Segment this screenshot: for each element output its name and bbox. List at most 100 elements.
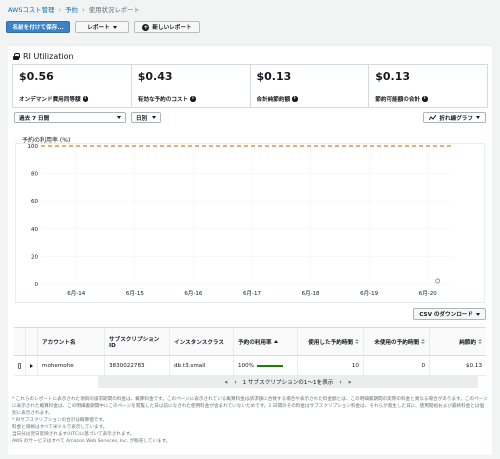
x-tick-label: 6月-18	[302, 290, 320, 297]
breadcrumb-section-link[interactable]: 予約	[65, 5, 78, 14]
metric-label: 有効な予約のコスト i	[138, 95, 196, 103]
new-report-button[interactable]: + 新しいレポート	[134, 21, 200, 33]
cell-instance: db.t3.small	[170, 356, 234, 375]
breadcrumb: AWSコスト管理 › 予約 › 使用状況レポート	[8, 5, 140, 15]
cell-unused-hours: 0	[364, 356, 430, 375]
table-header: アカウント名 サブスクリプション ID インスタンスクラス 予約の利用率 使用し…	[14, 328, 486, 356]
metric-label: オンデマンド費用同等額 i	[19, 95, 89, 103]
metric-value: $0.13	[375, 70, 411, 83]
y-tick-label: 100	[28, 144, 39, 150]
header-utilization-label: 予約の利用率	[238, 339, 272, 346]
x-tick-label: 6月-14	[67, 290, 85, 297]
first-page-button[interactable]: «	[225, 379, 229, 386]
prev-page-button[interactable]: ‹	[234, 379, 236, 386]
graph-type-value: 折れ線グラフ	[439, 115, 473, 122]
csv-download-label: CSV のダウンロード	[419, 312, 473, 318]
metric-label-text: 節約可能額の合計	[375, 97, 421, 103]
header-unused-label: 未使用の予約時間	[374, 339, 419, 346]
info-icon[interactable]: i	[292, 96, 298, 102]
footnote: 料金と価格はすべて米ドルで表示しています。	[12, 425, 108, 430]
report-dropdown-label: レポート	[87, 25, 110, 31]
metric-potential-savings: $0.13 節約可能額の合計 i	[369, 65, 487, 107]
caret-down-icon	[152, 116, 156, 119]
metric-effective-cost: $0.43 有効な予約のコスト i	[132, 65, 251, 107]
info-icon[interactable]: i	[190, 96, 196, 102]
section-title: RI Utilization	[23, 52, 74, 61]
header-utilization[interactable]: 予約の利用率	[234, 328, 298, 355]
pagination: « ‹ 1 サブスクリプションの1〜1を表示 › »	[98, 376, 478, 388]
y-tick-label: 60	[31, 199, 38, 205]
cell-net-savings: $0.13	[465, 362, 482, 369]
header-net-savings[interactable]: 純節約	[430, 328, 486, 355]
metric-value: $0.56	[19, 70, 54, 83]
info-icon[interactable]: i	[422, 96, 428, 102]
metrics-summary: $0.56 オンデマンド費用同等額 i $0.43 有効な予約のコスト i $0.1…	[12, 64, 488, 108]
x-tick-label: 6月-17	[243, 290, 261, 297]
filters: 過去 7 日間 日別	[14, 112, 161, 123]
granularity-select[interactable]: 日別	[131, 112, 161, 123]
info-icon[interactable]: i	[82, 96, 89, 102]
csv-download-button[interactable]: CSV のダウンロード	[413, 308, 486, 320]
granularity-value: 日別	[136, 115, 148, 122]
utilization-chart-svg: 100 80 60 40 20 0 6月-14 6月-15 6月-16 6月-17 6月-18 6月-…	[28, 144, 451, 297]
cell-subscription: 3830022783	[105, 356, 170, 375]
header-used-label: 使用した予約時間	[308, 339, 353, 346]
x-tick-label: 6月-15	[126, 290, 144, 297]
cell-utilization: 100%	[234, 356, 298, 375]
metric-ondemand-equivalent: $0.56 オンデマンド費用同等額 i	[13, 65, 132, 107]
chevron-right-icon: ›	[58, 5, 62, 14]
save-as-button[interactable]: 名前を付けて保存...	[6, 21, 70, 33]
header-used-hours[interactable]: 使用した予約時間	[298, 328, 364, 355]
graph-type-select[interactable]: 折れ線グラフ	[423, 112, 486, 123]
subscriptions-table: アカウント名 サブスクリプション ID インスタンスクラス 予約の利用率 使用し…	[14, 327, 486, 376]
breadcrumb-root-link[interactable]: AWSコスト管理	[8, 5, 54, 14]
sort-icon	[421, 339, 425, 344]
metric-label: 合計純節約額 i	[257, 95, 298, 103]
save-as-label: 名前を付けて保存...	[12, 25, 64, 31]
caret-down-icon	[112, 25, 117, 29]
sort-ascending-icon	[273, 340, 278, 343]
next-page-button[interactable]: ›	[339, 379, 341, 386]
section-header: RI Utilization	[13, 52, 74, 61]
y-tick-label: 20	[31, 254, 38, 260]
metric-value: $0.13	[256, 70, 292, 83]
new-report-label: 新しいレポート	[152, 25, 192, 31]
caret-down-icon	[476, 116, 480, 119]
header-subscription[interactable]: サブスクリプション ID	[105, 328, 170, 355]
cell-account: mohemohe	[38, 356, 105, 375]
utilization-bar	[257, 364, 283, 367]
caret-down-icon	[117, 116, 121, 119]
sort-icon	[478, 339, 482, 344]
footnote: AWS のサービスはすべて Amazon Web Services, Inc. …	[12, 439, 171, 444]
row-checkbox[interactable]	[18, 362, 21, 369]
header-select	[14, 328, 26, 355]
header-savings-label: 純節約	[459, 339, 476, 346]
metric-label-text: オンデマンド費用同等額	[19, 97, 81, 103]
expand-caret-icon[interactable]	[30, 363, 33, 368]
metric-label: 節約可能額の合計 i	[375, 95, 428, 103]
date-range-select[interactable]: 過去 7 日間	[14, 112, 126, 123]
header-instance[interactable]: インスタンスクラス	[170, 328, 234, 355]
plus-circle-icon: +	[142, 23, 150, 31]
toolbar: 名前を付けて保存... レポート + 新しいレポート	[6, 21, 200, 33]
y-tick-label: 40	[31, 227, 38, 233]
header-account[interactable]: アカウント名	[38, 328, 105, 355]
date-range-value: 過去 7 日間	[19, 115, 50, 122]
header-expand	[26, 328, 38, 355]
line-chart-icon	[429, 114, 437, 120]
row-select-cell	[14, 356, 26, 375]
x-tick-label: 6月-20	[419, 290, 437, 297]
y-tick-label: 0	[35, 282, 39, 288]
metric-value: $0.43	[137, 70, 173, 83]
metric-label-text: 有効な予約のコスト	[137, 97, 189, 103]
report-dropdown-button[interactable]: レポート	[75, 21, 129, 33]
header-unused-hours[interactable]: 未使用の予約時間	[364, 328, 430, 355]
row-expand-cell	[26, 356, 38, 375]
last-page-button[interactable]: »	[348, 379, 352, 386]
pagination-text: 1 サブスクリプションの1〜1を表示	[242, 380, 334, 386]
footnote: * RIサブスクリプションの合計は概算値です。	[12, 418, 108, 423]
footnote: 当日分は翌日反映されます(UTC)に基づいて表示されます。	[12, 432, 135, 437]
breadcrumb-current: 使用状況レポート	[88, 6, 140, 14]
cell-used-hours: 10	[298, 356, 364, 375]
utilization-value: 100%	[238, 362, 254, 369]
